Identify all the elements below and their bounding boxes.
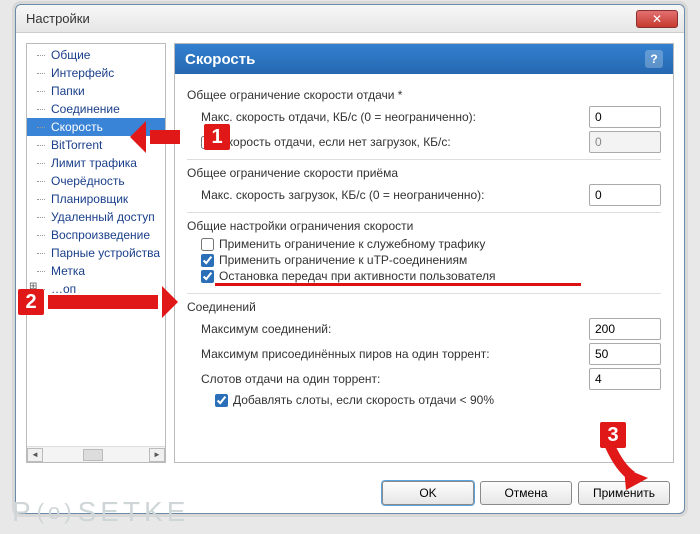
upload-heading: Общее ограничение скорости отдачи * bbox=[187, 88, 661, 102]
apply-utp-label: Применить ограничение к uTP-соединениям bbox=[219, 253, 467, 267]
scroll-left-icon[interactable]: ◄ bbox=[27, 448, 43, 462]
apply-overhead-label: Применить ограничение к служебному трафи… bbox=[219, 237, 485, 251]
sidebar-item-advanced[interactable]: …оп bbox=[27, 280, 165, 298]
upload-alt-checkbox[interactable] bbox=[201, 136, 214, 149]
upload-slots-label: Слотов отдачи на один торрент: bbox=[187, 372, 589, 386]
sidebar-item-label[interactable]: Метка bbox=[27, 262, 165, 280]
global-rate-heading: Общие настройки ограничения скорости bbox=[187, 219, 661, 233]
max-peers-label: Максимум присоединённых пиров на один то… bbox=[187, 347, 589, 361]
sidebar-item-speed[interactable]: Скорость bbox=[27, 118, 165, 136]
settings-sidebar: Общие Интерфейс Папки Соединение Скорост… bbox=[26, 43, 166, 463]
apply-utp-checkbox[interactable] bbox=[201, 254, 214, 267]
sidebar-item-folders[interactable]: Папки bbox=[27, 82, 165, 100]
apply-overhead-checkbox[interactable] bbox=[201, 238, 214, 251]
sidebar-item-traffic-limit[interactable]: Лимит трафика bbox=[27, 154, 165, 172]
cancel-button[interactable]: Отмена bbox=[480, 481, 572, 505]
scroll-right-icon[interactable]: ► bbox=[149, 448, 165, 462]
close-icon: ✕ bbox=[652, 12, 662, 26]
stop-on-user-activity-label: Остановка передач при активности пользов… bbox=[219, 269, 496, 283]
watermark: P (o) SETKE bbox=[12, 496, 189, 528]
apply-button[interactable]: Применить bbox=[578, 481, 670, 505]
sidebar-scrollbar[interactable]: ◄ ► bbox=[27, 446, 165, 462]
sidebar-item-paired-devices[interactable]: Парные устройства bbox=[27, 244, 165, 262]
sidebar-item-interface[interactable]: Интерфейс bbox=[27, 64, 165, 82]
ok-button[interactable]: OK bbox=[382, 481, 474, 505]
download-max-input[interactable] bbox=[589, 184, 661, 206]
upload-alt-input bbox=[589, 131, 661, 153]
max-peers-input[interactable] bbox=[589, 343, 661, 365]
settings-tree: Общие Интерфейс Папки Соединение Скорост… bbox=[27, 44, 165, 446]
add-slots-label: Добавлять слоты, если скорость отдачи < … bbox=[233, 393, 494, 407]
upload-alt-label: Скорость отдачи, если нет загрузок, КБ/с… bbox=[219, 135, 451, 149]
download-max-label: Макс. скорость загрузок, КБ/с (0 = неогр… bbox=[187, 188, 589, 202]
scroll-thumb[interactable] bbox=[83, 449, 103, 461]
upload-slots-input[interactable] bbox=[589, 368, 661, 390]
panel-header: Скорость ? bbox=[175, 44, 673, 74]
titlebar: Настройки ✕ bbox=[16, 5, 684, 33]
panel-title: Скорость bbox=[185, 51, 255, 68]
upload-max-input[interactable] bbox=[589, 106, 661, 128]
max-conn-label: Максимум соединений: bbox=[187, 322, 589, 336]
sidebar-item-scheduler[interactable]: Планировщик bbox=[27, 190, 165, 208]
stop-on-user-activity-checkbox[interactable] bbox=[201, 270, 214, 283]
upload-max-label: Макс. скорость отдачи, КБ/с (0 = неогран… bbox=[187, 110, 589, 124]
sidebar-item-bittorrent[interactable]: BitTorrent bbox=[27, 136, 165, 154]
sidebar-item-connection[interactable]: Соединение bbox=[27, 100, 165, 118]
max-conn-input[interactable] bbox=[589, 318, 661, 340]
close-button[interactable]: ✕ bbox=[636, 10, 678, 28]
window-title: Настройки bbox=[26, 11, 636, 26]
sidebar-item-remote[interactable]: Удаленный доступ bbox=[27, 208, 165, 226]
speed-panel: Скорость ? Общее ограничение скорости от… bbox=[174, 43, 674, 463]
scroll-track[interactable] bbox=[43, 448, 149, 462]
sidebar-item-queue[interactable]: Очерёдность bbox=[27, 172, 165, 190]
sidebar-item-playback[interactable]: Воспроизведение bbox=[27, 226, 165, 244]
sidebar-item-general[interactable]: Общие bbox=[27, 46, 165, 64]
help-icon[interactable]: ? bbox=[645, 50, 663, 68]
download-heading: Общее ограничение скорости приёма bbox=[187, 166, 661, 180]
connections-heading: Соединений bbox=[187, 300, 661, 314]
add-slots-checkbox[interactable] bbox=[215, 394, 228, 407]
